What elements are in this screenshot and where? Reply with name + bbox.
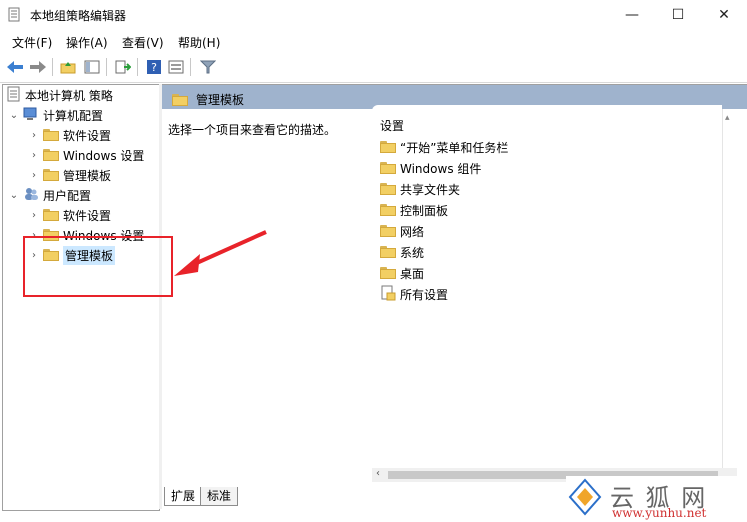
users-icon [23, 187, 39, 204]
menu-view[interactable]: 查看(V) [122, 34, 164, 51]
computer-icon [23, 107, 39, 124]
details-pane: 管理模板 选择一个项目来查看它的描述。 设置 “开始”菜单和任务栏 Window… [162, 84, 747, 510]
tree-item-user-config[interactable]: ⌄ 用户配置 [9, 185, 91, 205]
list-item-label: Windows 组件 [400, 161, 482, 176]
chevron-right-icon[interactable]: › [29, 170, 39, 181]
scroll-up-icon[interactable]: ▴ [725, 113, 730, 123]
tree-item-computer-config[interactable]: ⌄ 计算机配置 [9, 105, 103, 125]
list-item-label: 共享文件夹 [400, 182, 461, 197]
folder-icon [43, 149, 59, 161]
list-item-label: “开始”菜单和任务栏 [400, 140, 509, 155]
window-title: 本地组策略编辑器 [30, 9, 127, 23]
tree-item-label: 计算机配置 [43, 108, 104, 123]
all-settings-icon [380, 285, 396, 304]
list-item-label: 桌面 [400, 266, 425, 281]
policy-document-icon [7, 86, 21, 105]
folder-icon [380, 141, 396, 153]
tree-pane: 本地计算机 策略 ⌄ 计算机配置 › 软件设置 › Windows 设置 › 管… [2, 84, 160, 511]
toolbar-separator [190, 58, 191, 76]
list-item[interactable]: 控制面板 [380, 201, 448, 219]
toolbar-separator [137, 58, 138, 76]
minimize-button[interactable]: — [609, 0, 655, 30]
tree-item-label: 管理模板 [63, 168, 112, 183]
scroll-left-icon[interactable]: ‹ [376, 468, 380, 479]
menu-file[interactable]: 文件(F) [12, 34, 52, 51]
forward-arrow-icon[interactable] [28, 57, 48, 77]
maximize-button[interactable]: ☐ [655, 0, 701, 30]
chevron-down-icon[interactable]: ⌄ [9, 110, 19, 121]
help-icon[interactable]: ? [144, 57, 164, 77]
tree-item-admin-templates[interactable]: › 管理模板 [29, 165, 111, 185]
tree-root-label: 本地计算机 策略 [25, 88, 113, 103]
toolbar-separator [106, 58, 107, 76]
toolbar: ? [0, 54, 747, 83]
export-list-icon[interactable] [113, 57, 133, 77]
folder-icon [380, 162, 396, 174]
menu-bar: 文件(F) 操作(A) 查看(V) 帮助(H) [0, 30, 747, 52]
tab-standard[interactable]: 标准 [200, 487, 239, 506]
list-item-label: 网络 [400, 224, 425, 239]
filter-icon[interactable] [198, 57, 218, 77]
tree-item-label: Windows 设置 [63, 148, 145, 163]
folder-icon [380, 225, 396, 237]
tree-root[interactable]: 本地计算机 策略 [7, 85, 113, 105]
list-item[interactable]: 共享文件夹 [380, 180, 460, 198]
description-text: 选择一个项目来查看它的描述。 [168, 123, 337, 137]
folder-icon [380, 246, 396, 258]
folder-icon [43, 209, 59, 221]
folder-icon [380, 267, 396, 279]
folder-icon [172, 93, 188, 106]
show-hide-tree-icon[interactable] [82, 57, 102, 77]
list-item[interactable]: Windows 组件 [380, 159, 481, 177]
folder-icon [380, 204, 396, 216]
highlight-annotation [23, 236, 173, 297]
chevron-right-icon[interactable]: › [29, 210, 39, 221]
chevron-down-icon[interactable]: ⌄ [9, 190, 19, 201]
toolbar-separator [52, 58, 53, 76]
title-bar: 本地组策略编辑器 — ☐ ✕ [0, 0, 747, 30]
tree-item-label: 用户配置 [43, 188, 92, 203]
tree-item-label: 软件设置 [63, 208, 112, 223]
list-item[interactable]: 桌面 [380, 264, 424, 282]
menu-action[interactable]: 操作(A) [66, 34, 108, 51]
watermark-url: www.yunhu.net [612, 506, 707, 520]
watermark: 云 狐 网 www.yunhu.net [566, 476, 747, 522]
chevron-right-icon[interactable]: › [29, 150, 39, 161]
details-header-title: 管理模板 [196, 93, 245, 107]
policy-editor-icon [8, 7, 22, 23]
back-arrow-icon[interactable] [5, 57, 25, 77]
chevron-right-icon[interactable]: › [29, 130, 39, 141]
tree-item-user-software-settings[interactable]: › 软件设置 [29, 205, 111, 225]
properties-icon[interactable] [166, 57, 186, 77]
yunhu-logo-icon [568, 478, 602, 516]
list-item[interactable]: 系统 [380, 243, 424, 261]
folder-icon [380, 183, 396, 195]
list-item[interactable]: “开始”菜单和任务栏 [380, 138, 508, 156]
list-item-label: 系统 [400, 245, 425, 260]
annotation-arrow-icon [174, 230, 267, 276]
menu-help[interactable]: 帮助(H) [178, 34, 220, 51]
column-header-settings[interactable]: 设置 [380, 117, 404, 134]
up-folder-icon[interactable] [58, 57, 78, 77]
tree-item-software-settings[interactable]: › 软件设置 [29, 125, 111, 145]
svg-text:?: ? [151, 61, 157, 74]
tree-item-windows-settings[interactable]: › Windows 设置 [29, 145, 144, 165]
tab-extended[interactable]: 扩展 [164, 487, 203, 506]
vertical-scrollbar[interactable]: ▴ [722, 109, 737, 471]
list-item[interactable]: 所有设置 [380, 285, 448, 303]
list-item-label: 所有设置 [400, 287, 449, 302]
settings-list: 设置 “开始”菜单和任务栏 Windows 组件 共享文件夹 控制面板 网络 系… [372, 105, 722, 470]
tree-item-label: 软件设置 [63, 128, 112, 143]
list-item[interactable]: 网络 [380, 222, 424, 240]
folder-icon [43, 169, 59, 181]
close-button[interactable]: ✕ [701, 0, 747, 30]
list-item-label: 控制面板 [400, 203, 449, 218]
folder-icon [43, 129, 59, 141]
